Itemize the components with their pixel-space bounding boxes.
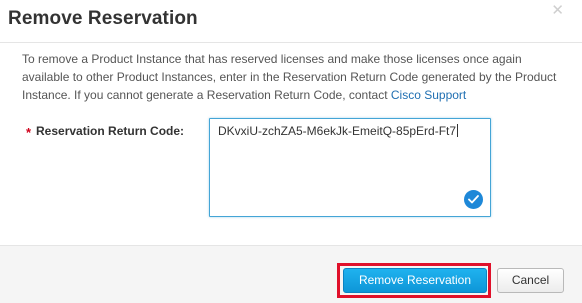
header-divider xyxy=(0,42,582,43)
close-icon[interactable]: ✕ xyxy=(551,3,564,19)
remove-reservation-dialog: Remove Reservation ✕ To remove a Product… xyxy=(0,0,582,303)
input-text: DKvxiU-zchZA5-M6ekJk-EmeitQ-85pErd-Ft7 xyxy=(218,124,457,138)
dialog-description: To remove a Product Instance that has re… xyxy=(22,50,567,104)
text-caret xyxy=(457,124,459,137)
reservation-return-code-row: * Reservation Return Code: DKvxiU-zchZA5… xyxy=(22,118,562,222)
dialog-title: Remove Reservation xyxy=(8,8,198,29)
reservation-return-code-input[interactable]: DKvxiU-zchZA5-M6ekJk-EmeitQ-85pErd-Ft7 xyxy=(209,118,491,217)
cancel-button[interactable]: Cancel xyxy=(497,268,564,293)
cisco-support-link[interactable]: Cisco Support xyxy=(391,88,466,102)
dialog-header: Remove Reservation ✕ xyxy=(0,0,582,42)
required-marker: * xyxy=(26,125,32,140)
dialog-footer xyxy=(0,245,582,303)
remove-reservation-button[interactable]: Remove Reservation xyxy=(343,268,487,293)
reservation-return-code-value: DKvxiU-zchZA5-M6ekJk-EmeitQ-85pErd-Ft7 xyxy=(218,124,459,138)
reservation-return-code-label: Reservation Return Code: xyxy=(36,124,185,138)
checkmark-icon xyxy=(464,190,483,209)
description-text: To remove a Product Instance that has re… xyxy=(22,52,557,102)
